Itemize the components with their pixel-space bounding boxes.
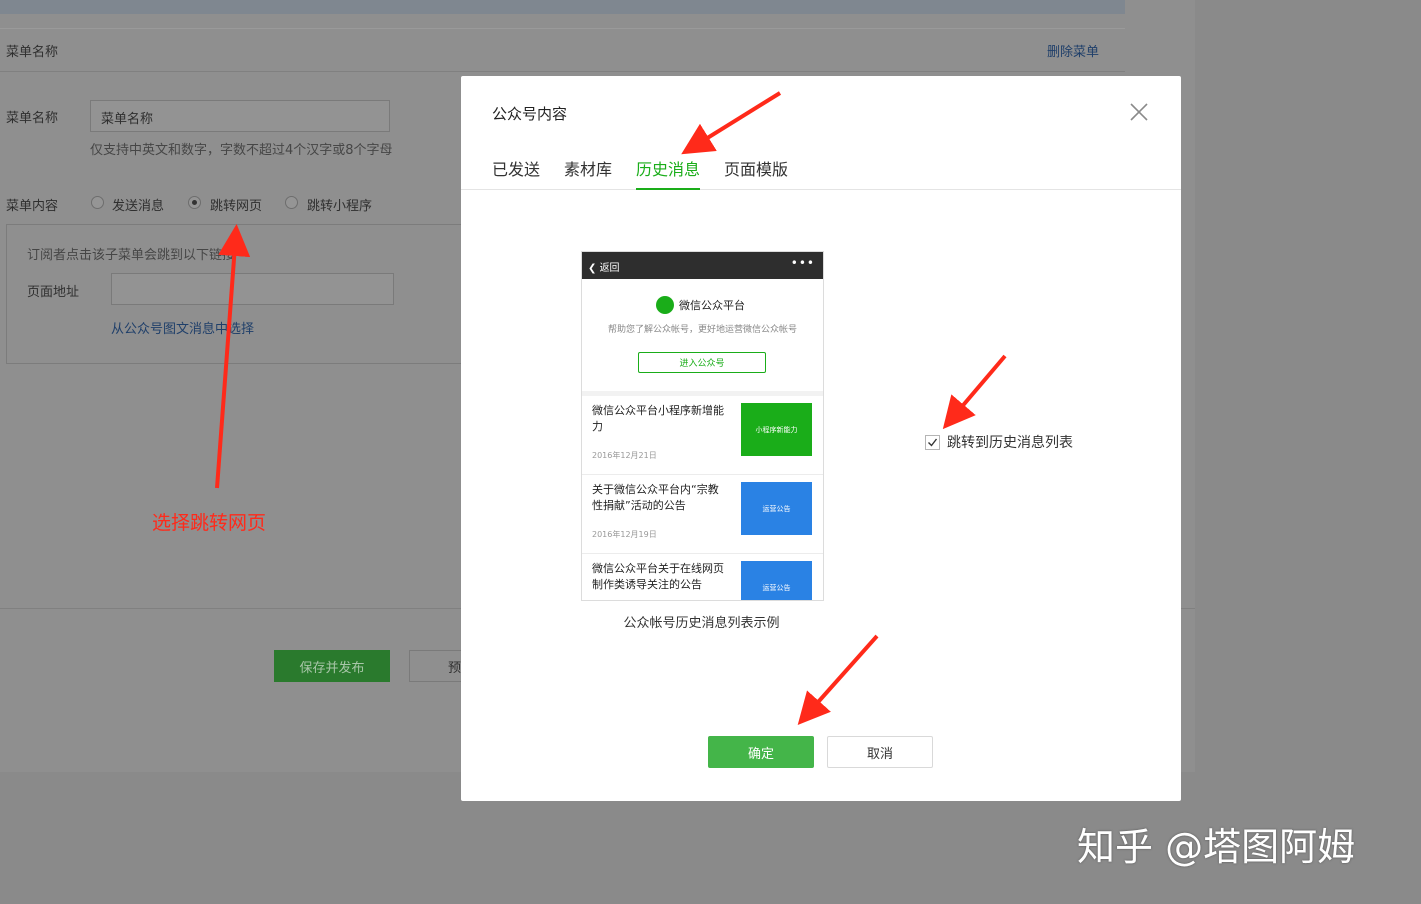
menu-header-title: 菜单名称 (6, 45, 59, 60)
brand-description: 帮助您了解公众帐号，更好地运营微信公众帐号 (607, 325, 797, 335)
jump-history-checkbox[interactable] (925, 434, 940, 450)
article-title: 关于微信公众平台内“宗教性捐献”活动的公告 (592, 483, 719, 512)
cancel-button[interactable]: 取消 (827, 736, 933, 768)
brand-name: 微信公众平台 (679, 299, 745, 312)
menu-content-label: 菜单内容 (6, 199, 59, 214)
phone-nav-bar: ❮ 返回 ••• (582, 252, 823, 279)
preview-caption: 公众帐号历史消息列表示例 (623, 616, 780, 631)
jump-history-checkbox-row[interactable]: 跳转到历史消息列表 (925, 432, 1073, 452)
menu-header: 菜单名称 删除菜单 (0, 28, 1125, 72)
article-title: 微信公众平台关于在线网页制作类诱导关注的公告 (592, 562, 724, 591)
radio-jump-webpage-label: 跳转网页 (210, 199, 263, 214)
list-item: 微信公众平台关于在线网页制作类诱导关注的公告 运营公告 (582, 553, 823, 600)
account-brand-card: 微信公众平台 帮助您了解公众帐号，更好地运营微信公众帐号 进入公众号 (582, 279, 823, 391)
check-icon (928, 438, 938, 447)
more-icon: ••• (790, 256, 815, 270)
history-preview-image: ❮ 返回 ••• 微信公众平台 帮助您了解公众帐号，更好地运营微信公众帐号 进入… (581, 251, 824, 601)
choose-from-articles-link[interactable]: 从公众号图文消息中选择 (111, 318, 254, 337)
menu-name-input[interactable]: 菜单名称 (90, 100, 390, 132)
menu-name-value: 菜单名称 (101, 112, 154, 127)
page-url-label: 页面地址 (27, 285, 80, 300)
menu-name-hint: 仅支持中英文和数字，字数不超过4个汉字或8个字母 (90, 143, 393, 158)
phone-back: ❮ 返回 (588, 263, 620, 274)
dialog-title: 公众号内容 (492, 105, 568, 123)
list-item: 关于微信公众平台内“宗教性捐献”活动的公告 2016年12月19日 运营公告 (582, 474, 823, 553)
watermark: 知乎 @塔图阿姆 (1077, 825, 1356, 869)
article-thumbnail: 运营公告 (741, 561, 812, 600)
article-date: 2016年12月19日 (592, 530, 657, 539)
tab-sent[interactable]: 已发送 (492, 156, 540, 188)
top-bar (0, 0, 1125, 14)
list-item: 微信公众平台小程序新增能力 2016年12月21日 小程序新能力 (582, 396, 823, 474)
article-title: 微信公众平台小程序新增能力 (592, 404, 724, 433)
radio-jump-miniprogram-label: 跳转小程序 (307, 199, 373, 214)
save-publish-button[interactable]: 保存并发布 (274, 650, 390, 682)
confirm-button[interactable]: 确定 (708, 736, 814, 768)
dialog-tabs: 已发送 素材库 历史消息 页面模版 (461, 156, 1181, 190)
page-url-input[interactable] (111, 273, 394, 305)
article-thumbnail: 小程序新能力 (741, 403, 812, 456)
tab-history-messages[interactable]: 历史消息 (636, 156, 701, 190)
content-dialog: 公众号内容 已发送 素材库 历史消息 页面模版 ❮ 返回 ••• 微信公众平台 … (461, 76, 1181, 801)
close-icon[interactable] (1127, 100, 1151, 124)
preview-button[interactable]: 预 (409, 650, 461, 682)
radio-jump-webpage[interactable] (188, 196, 201, 209)
enter-account-button: 进入公众号 (638, 352, 766, 373)
wechat-logo-icon (656, 296, 674, 314)
delete-menu-link[interactable]: 删除菜单 (1047, 41, 1099, 60)
article-thumbnail: 运营公告 (741, 482, 812, 535)
radio-jump-miniprogram[interactable] (285, 196, 298, 209)
subscriber-hint: 订阅者点击该子菜单会跳到以下链接 (27, 248, 236, 263)
article-date: 2016年12月21日 (592, 451, 657, 460)
menu-name-label: 菜单名称 (6, 111, 59, 126)
jump-history-checkbox-label: 跳转到历史消息列表 (947, 435, 1073, 451)
tab-material-library[interactable]: 素材库 (564, 156, 612, 188)
tab-page-template[interactable]: 页面模版 (724, 156, 788, 188)
annotation-text: 选择跳转网页 (152, 512, 267, 534)
radio-send-message[interactable] (91, 196, 104, 209)
webpage-settings-box: 订阅者点击该子菜单会跳到以下链接 页面地址 从公众号图文消息中选择 (6, 224, 463, 364)
radio-send-message-label: 发送消息 (112, 199, 165, 214)
